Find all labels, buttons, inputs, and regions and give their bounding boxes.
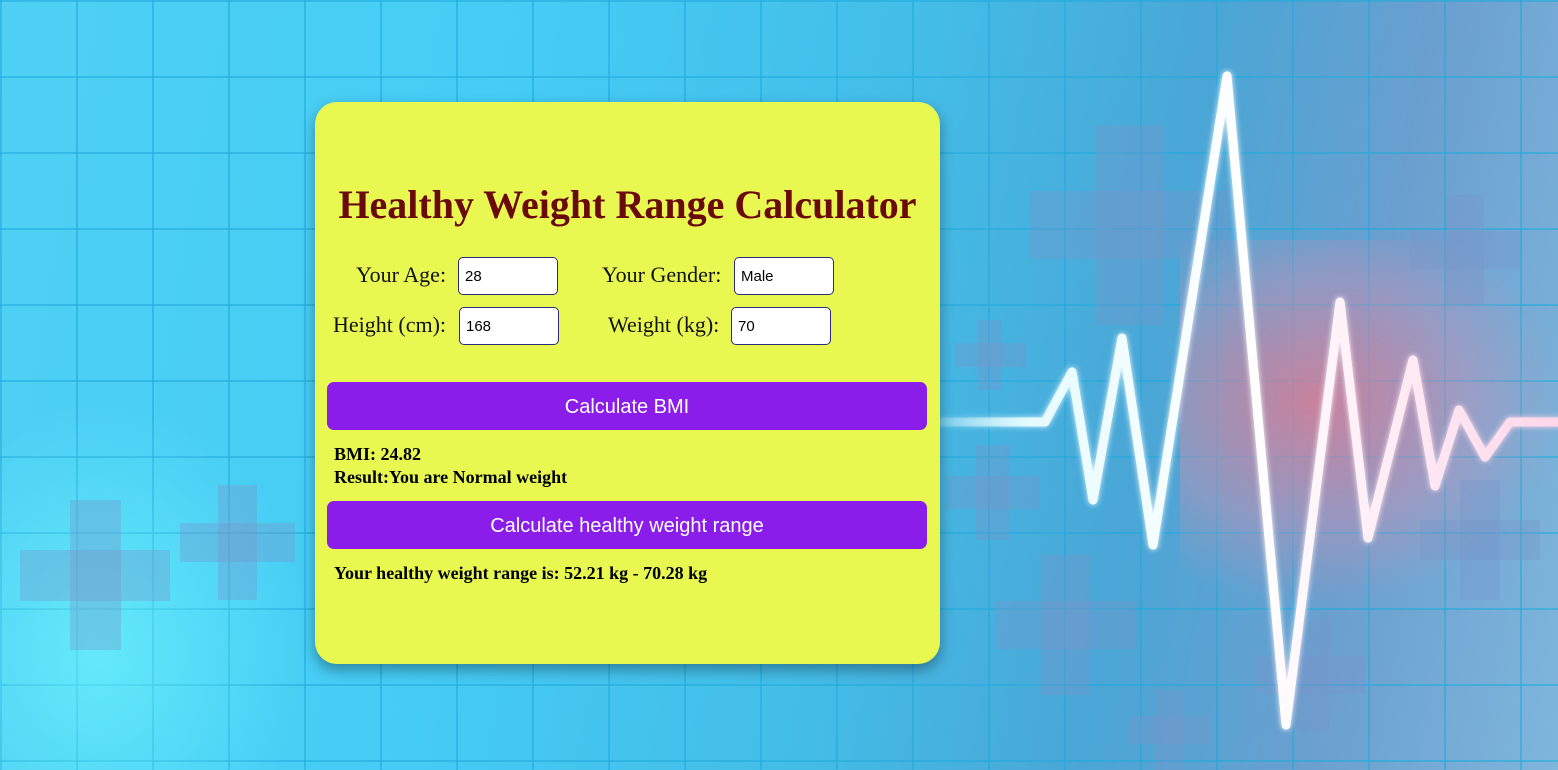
medical-cross-icon bbox=[1420, 480, 1540, 600]
medical-cross-icon bbox=[995, 555, 1135, 695]
bmi-result: Result:You are Normal weight bbox=[334, 467, 568, 487]
medical-cross-icon bbox=[1130, 690, 1210, 770]
gender-input[interactable] bbox=[734, 257, 834, 295]
bmi-value: BMI: 24.82 bbox=[334, 444, 421, 464]
medical-cross-icon bbox=[1410, 195, 1520, 305]
medical-cross-icon bbox=[1030, 125, 1230, 325]
age-label: Your Age: bbox=[356, 262, 447, 287]
age-input[interactable] bbox=[458, 257, 558, 295]
medical-cross-icon bbox=[20, 500, 170, 650]
medical-cross-icon bbox=[180, 485, 295, 600]
height-label: Height (cm): bbox=[333, 312, 447, 337]
background-glow bbox=[0, 380, 330, 770]
calculate-bmi-button[interactable]: Calculate BMI bbox=[327, 382, 927, 430]
medical-cross-icon bbox=[955, 320, 1025, 390]
weight-range-result: Your healthy weight range is: 52.21 kg -… bbox=[334, 563, 708, 583]
calculator-card: Healthy Weight Range Calculator Your Age… bbox=[315, 102, 940, 664]
page-title: Healthy Weight Range Calculator bbox=[338, 182, 917, 227]
calculate-weight-range-button[interactable]: Calculate healthy weight range bbox=[327, 501, 927, 549]
weight-input[interactable] bbox=[731, 307, 831, 345]
height-input[interactable] bbox=[459, 307, 559, 345]
medical-cross-icon bbox=[1255, 620, 1365, 730]
medical-cross-icon bbox=[945, 445, 1040, 540]
gender-label: Your Gender: bbox=[602, 262, 722, 287]
weight-label: Weight (kg): bbox=[608, 312, 720, 337]
background-glow-red bbox=[1180, 240, 1558, 600]
